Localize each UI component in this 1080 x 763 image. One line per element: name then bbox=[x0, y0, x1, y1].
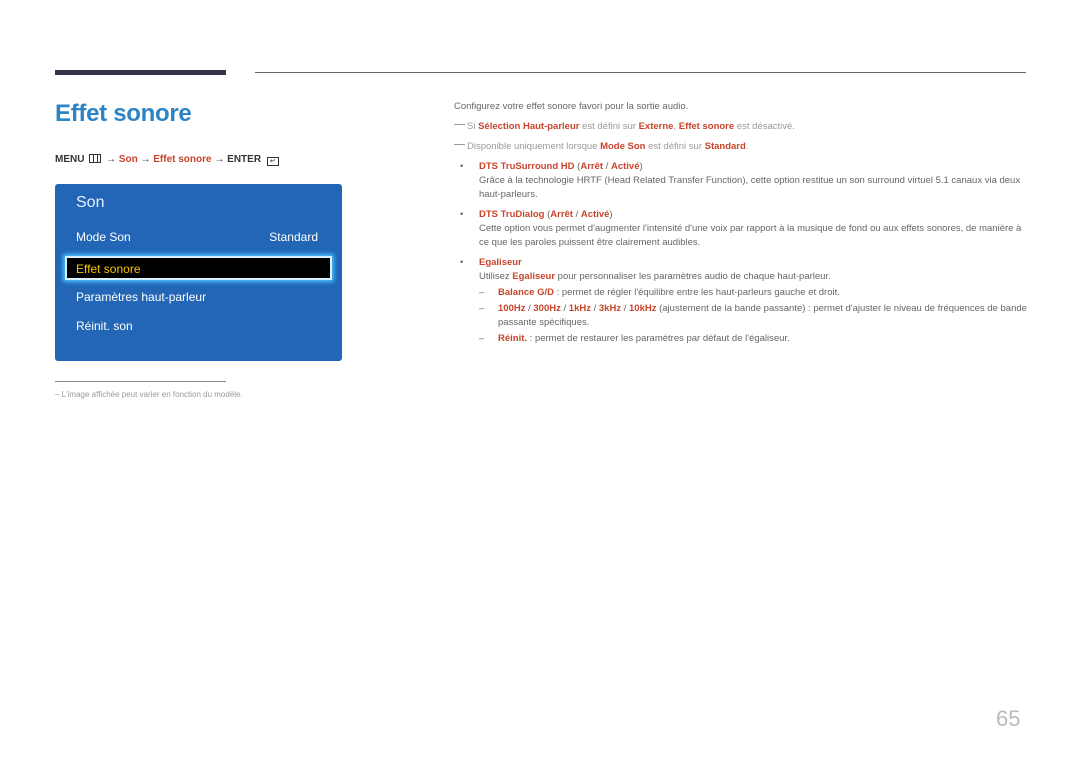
page-title: Effet sonore bbox=[55, 100, 192, 127]
path-son: Son bbox=[118, 154, 138, 165]
trudialog-desc: Cette option vous permet d'augmenter l'i… bbox=[479, 223, 1022, 248]
note-dash bbox=[454, 144, 465, 145]
osd-item-parametres-haut-parleur[interactable]: Paramètres haut-parleur bbox=[76, 290, 318, 304]
arrow: → bbox=[214, 154, 225, 165]
osd-item-mode-son[interactable]: Mode Son Standard bbox=[76, 230, 318, 244]
sub-frequencies: 100Hz / 300Hz / 1kHz / 3kHz / 10kHz (aju… bbox=[454, 302, 1028, 330]
osd-item-label: Mode Son bbox=[76, 230, 131, 244]
osd-menu: Son Mode Son Standard Effet sonore Param… bbox=[55, 184, 342, 361]
sub-reinit: Réinit. : permet de restaurer les paramè… bbox=[454, 332, 1028, 346]
enter-icon: ↵ bbox=[266, 157, 279, 166]
footnote-rule bbox=[55, 381, 226, 382]
osd-item-effet-sonore[interactable]: Effet sonore bbox=[65, 256, 332, 280]
sub-balance: Balance G/D : permet de régler l'équilib… bbox=[454, 286, 1028, 300]
arrow: → bbox=[140, 154, 151, 165]
header-accent-bar bbox=[55, 70, 226, 75]
menu-icon bbox=[89, 154, 102, 163]
osd-item-reinit-son[interactable]: Réinit. son bbox=[76, 319, 318, 333]
enter-label: ENTER bbox=[227, 154, 262, 165]
arrow: → bbox=[106, 154, 117, 165]
bullet-trudialog: DTS TruDialog (Arrêt / Activé) bbox=[454, 208, 1028, 222]
osd-title: Son bbox=[76, 194, 105, 211]
path-effet: Effet sonore bbox=[153, 154, 212, 165]
bullet-trusurround: DTS TruSurround HD (Arrêt / Activé) bbox=[454, 160, 1028, 174]
header-rule bbox=[255, 72, 1026, 73]
note-mode-son: Disponible uniquement lorsque Mode Son e… bbox=[454, 140, 1028, 154]
note-dash bbox=[454, 124, 465, 125]
footnote-text: L'image affichée peut varier en fonction… bbox=[61, 390, 243, 399]
bullet-egaliseur: Egaliseur bbox=[454, 256, 1028, 270]
osd-item-label: Effet sonore bbox=[76, 262, 141, 276]
osd-item-label: Réinit. son bbox=[76, 319, 133, 333]
footnote: – L'image affichée peut varier en foncti… bbox=[55, 390, 243, 399]
intro-text: Configurez votre effet sonore favori pou… bbox=[454, 101, 689, 112]
menu-label: MENU bbox=[55, 154, 85, 165]
note-selection: Si Sélection Haut-parleur est défini sur… bbox=[454, 120, 1028, 134]
page-number: 65 bbox=[996, 706, 1021, 731]
osd-item-value: Standard bbox=[269, 230, 318, 244]
trusurround-desc: Grâce à la technologie HRTF (Head Relate… bbox=[479, 175, 1021, 200]
osd-item-label: Paramètres haut-parleur bbox=[76, 290, 207, 304]
menu-path: MENU → Son → Effet sonore → ENTER ↵ bbox=[55, 154, 279, 166]
content: Configurez votre effet sonore favori pou… bbox=[454, 100, 1028, 348]
egaliseur-desc: Utilisez Egaliseur pour personnaliser le… bbox=[479, 271, 831, 282]
